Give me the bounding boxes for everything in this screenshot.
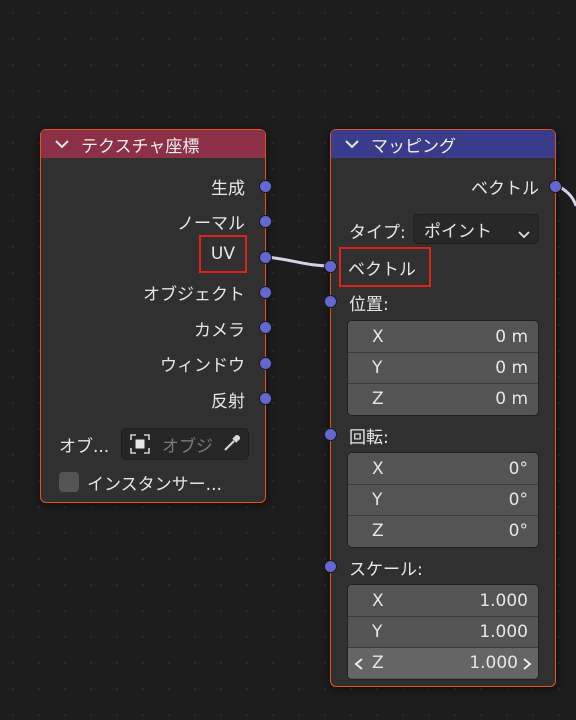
rotation-y-field[interactable]: Y 0°	[348, 484, 538, 515]
texture-coordinate-title: テクスチャ座標	[81, 136, 200, 157]
mapping-node[interactable]: マッピング ベクトル タイプ: ポイント ベクトル 位置: X0 m Y0 m …	[330, 129, 556, 687]
scale-fields: X 1.000 Y 1.000 Z 1.000	[347, 584, 539, 680]
location-z-field[interactable]: Z0 m	[348, 383, 538, 414]
rotation-fields: X 0° Y 0° Z 0°	[347, 452, 539, 548]
socket-window[interactable]	[259, 357, 272, 370]
rotation-label: 回転:	[349, 428, 389, 448]
output-uv: UV	[198, 235, 248, 273]
type-label: タイプ:	[349, 223, 406, 243]
location-label: 位置:	[349, 295, 389, 315]
object-icon	[130, 434, 150, 454]
uv-to-vector-link[interactable]	[265, 255, 332, 268]
type-dropdown[interactable]: ポイント	[413, 214, 539, 244]
chevron-down-icon	[518, 224, 530, 243]
rotation-z-field[interactable]: Z 0°	[348, 515, 538, 546]
output-reflection: 反射	[211, 391, 245, 412]
input-vector: ベクトル	[339, 247, 431, 287]
output-object: オブジェクト	[143, 284, 245, 305]
object-field[interactable]: オブジ	[121, 428, 249, 460]
object-label: オブ...	[59, 437, 110, 457]
socket-vector-output[interactable]	[549, 180, 562, 193]
eyedropper-icon[interactable]	[222, 433, 242, 453]
socket-scale-input[interactable]	[324, 560, 337, 573]
rotation-x-field[interactable]: X 0°	[348, 453, 538, 484]
output-window: ウィンドウ	[160, 355, 245, 376]
socket-camera[interactable]	[259, 321, 272, 334]
socket-normal[interactable]	[259, 215, 272, 228]
scale-label: スケール:	[349, 560, 423, 580]
mapping-header[interactable]: マッピング	[331, 130, 555, 158]
left-arrow-icon[interactable]	[354, 648, 364, 679]
location-x-field[interactable]: X0 m	[348, 321, 538, 352]
output-generated: 生成	[211, 178, 245, 199]
instancer-checkbox[interactable]	[59, 472, 79, 492]
location-fields: X0 m Y0 m Z0 m	[347, 320, 539, 416]
texture-coordinate-node[interactable]: テクスチャ座標 生成 ノーマル UV オブジェクト カメラ ウィンドウ 反射 オ…	[40, 129, 266, 503]
scale-x-field[interactable]: X 1.000	[348, 585, 538, 616]
socket-reflection[interactable]	[259, 392, 272, 405]
right-arrow-icon[interactable]	[522, 648, 532, 679]
mapping-title: マッピング	[371, 136, 456, 157]
location-y-field[interactable]: Y0 m	[348, 352, 538, 383]
output-camera: カメラ	[194, 320, 245, 341]
chevron-down-icon[interactable]	[55, 134, 73, 154]
texture-coordinate-header[interactable]: テクスチャ座標	[41, 130, 265, 158]
output-normal: ノーマル	[177, 213, 245, 234]
socket-location-input[interactable]	[324, 295, 337, 308]
instancer-label: インスタンサー...	[87, 475, 222, 495]
object-placeholder: オブジ	[162, 436, 213, 457]
type-value: ポイント	[424, 221, 492, 242]
scale-z-field[interactable]: Z 1.000	[348, 647, 538, 678]
socket-generated[interactable]	[259, 180, 272, 193]
scale-y-field[interactable]: Y 1.000	[348, 616, 538, 647]
chevron-down-icon[interactable]	[345, 134, 363, 154]
socket-rotation-input[interactable]	[324, 428, 337, 441]
output-vector: ベクトル	[471, 178, 539, 199]
socket-object[interactable]	[259, 286, 272, 299]
socket-uv[interactable]	[259, 251, 272, 264]
socket-vector-input[interactable]	[324, 260, 337, 273]
